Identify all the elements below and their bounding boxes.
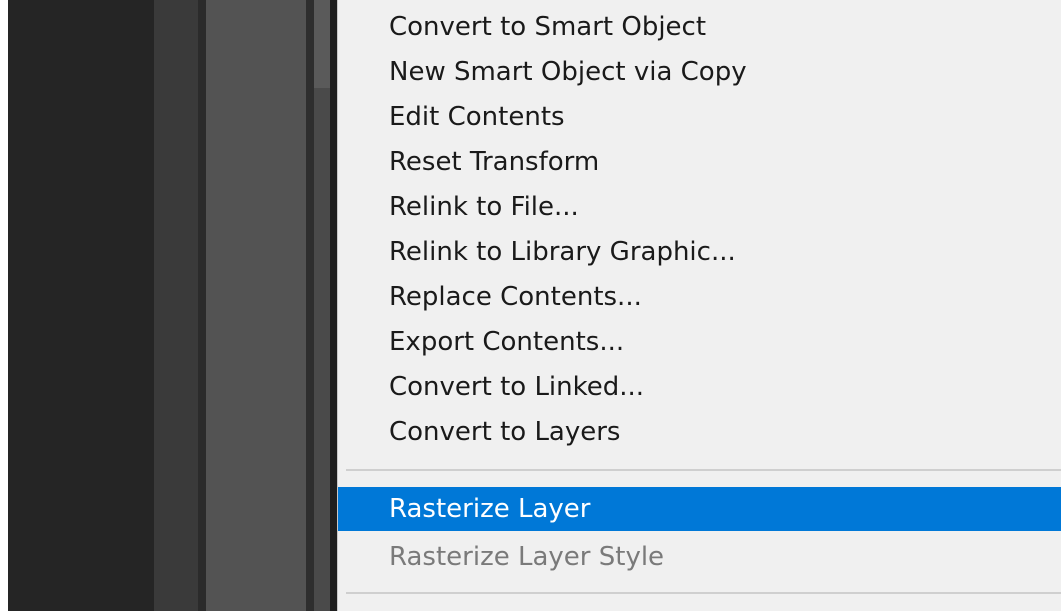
scrollbar-thumb[interactable] bbox=[314, 0, 330, 88]
menu-item-relink-to-file[interactable]: Relink to File... bbox=[338, 185, 1061, 229]
panel-divider bbox=[198, 0, 206, 611]
menu-separator bbox=[346, 592, 1061, 594]
menu-item-convert-to-smart-object[interactable]: Convert to Smart Object bbox=[338, 5, 1061, 49]
menu-item-new-smart-object-via-copy[interactable]: New Smart Object via Copy bbox=[338, 50, 1061, 94]
panel-divider bbox=[306, 0, 314, 611]
app-panel-column bbox=[154, 0, 198, 611]
menu-item-export-contents[interactable]: Export Contents... bbox=[338, 320, 1061, 364]
layers-panel-area bbox=[206, 0, 306, 611]
menu-item-rasterize-layer[interactable]: Rasterize Layer bbox=[338, 487, 1061, 531]
menu-item-replace-contents[interactable]: Replace Contents... bbox=[338, 275, 1061, 319]
app-panel-dark bbox=[8, 0, 154, 611]
menu-item-reset-transform[interactable]: Reset Transform bbox=[338, 140, 1061, 184]
menu-separator bbox=[346, 469, 1061, 471]
menu-item-relink-to-library-graphic[interactable]: Relink to Library Graphic... bbox=[338, 230, 1061, 274]
menu-item-convert-to-layers[interactable]: Convert to Layers bbox=[338, 410, 1061, 454]
menu-item-convert-to-linked[interactable]: Convert to Linked... bbox=[338, 365, 1061, 409]
menu-item-edit-contents[interactable]: Edit Contents bbox=[338, 95, 1061, 139]
context-menu: Convert to Smart Object New Smart Object… bbox=[337, 0, 1061, 611]
scrollbar-track[interactable] bbox=[314, 0, 330, 611]
menu-item-rasterize-layer-style: Rasterize Layer Style bbox=[389, 542, 665, 572]
panel-divider bbox=[330, 0, 337, 611]
canvas-edge bbox=[0, 0, 8, 611]
